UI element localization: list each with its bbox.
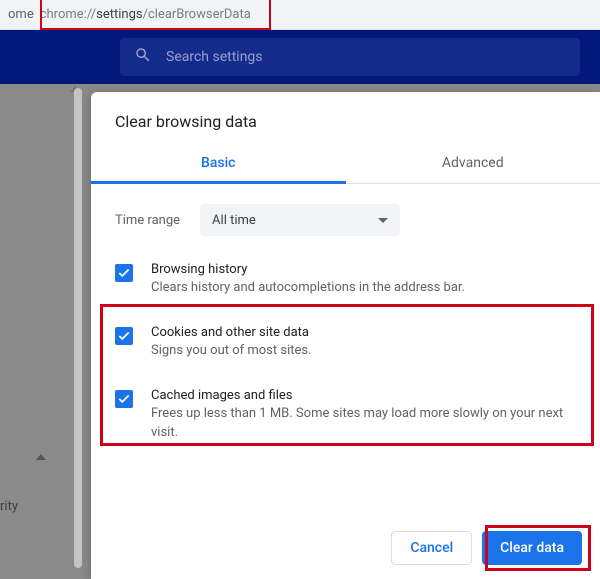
options-list: Browsing history Clears history and auto… (91, 244, 600, 456)
url-text: chrome://settings/clearBrowserData (40, 7, 251, 22)
home-label: ome (8, 7, 40, 22)
dialog-buttons: Cancel Clear data (391, 531, 582, 565)
option-cached: Cached images and files Frees up less th… (115, 374, 576, 455)
chevron-down-icon (378, 218, 388, 223)
checkbox-cached[interactable] (115, 390, 133, 408)
option-cookies: Cookies and other site data Signs you ou… (115, 311, 576, 374)
tab-basic[interactable]: Basic (91, 145, 346, 184)
checkbox-cookies[interactable] (115, 327, 133, 345)
time-range-label: Time range (115, 213, 180, 228)
sidebar-item-security[interactable]: rity (0, 499, 18, 514)
clear-data-button[interactable]: Clear data (482, 531, 582, 565)
option-desc: Signs you out of most sites. (151, 342, 576, 360)
cancel-button[interactable]: Cancel (391, 531, 472, 565)
search-icon (134, 46, 152, 68)
option-title: Browsing history (151, 262, 576, 277)
tab-advanced[interactable]: Advanced (346, 145, 600, 183)
search-settings-field[interactable] (120, 38, 580, 76)
settings-header (0, 30, 600, 84)
address-bar[interactable]: ome chrome://settings/clearBrowserData (0, 0, 600, 30)
option-desc: Frees up less than 1 MB. Some sites may … (151, 405, 576, 441)
option-desc: Clears history and autocompletions in th… (151, 279, 576, 297)
checkbox-browsing-history[interactable] (115, 264, 133, 282)
dialog-tabs: Basic Advanced (91, 145, 600, 184)
time-range-value: All time (212, 213, 256, 228)
time-range-select[interactable]: All time (200, 204, 400, 236)
option-browsing-history: Browsing history Clears history and auto… (115, 248, 576, 311)
sidebar-collapse-icon[interactable] (36, 454, 46, 460)
clear-browsing-data-dialog: Clear browsing data Basic Advanced Time … (91, 92, 600, 579)
dialog-title: Clear browsing data (91, 92, 600, 145)
option-title: Cookies and other site data (151, 325, 576, 340)
search-input[interactable] (166, 49, 566, 65)
option-title: Cached images and files (151, 388, 576, 403)
time-range-row: Time range All time (91, 184, 600, 244)
scrollbar[interactable] (74, 88, 82, 568)
